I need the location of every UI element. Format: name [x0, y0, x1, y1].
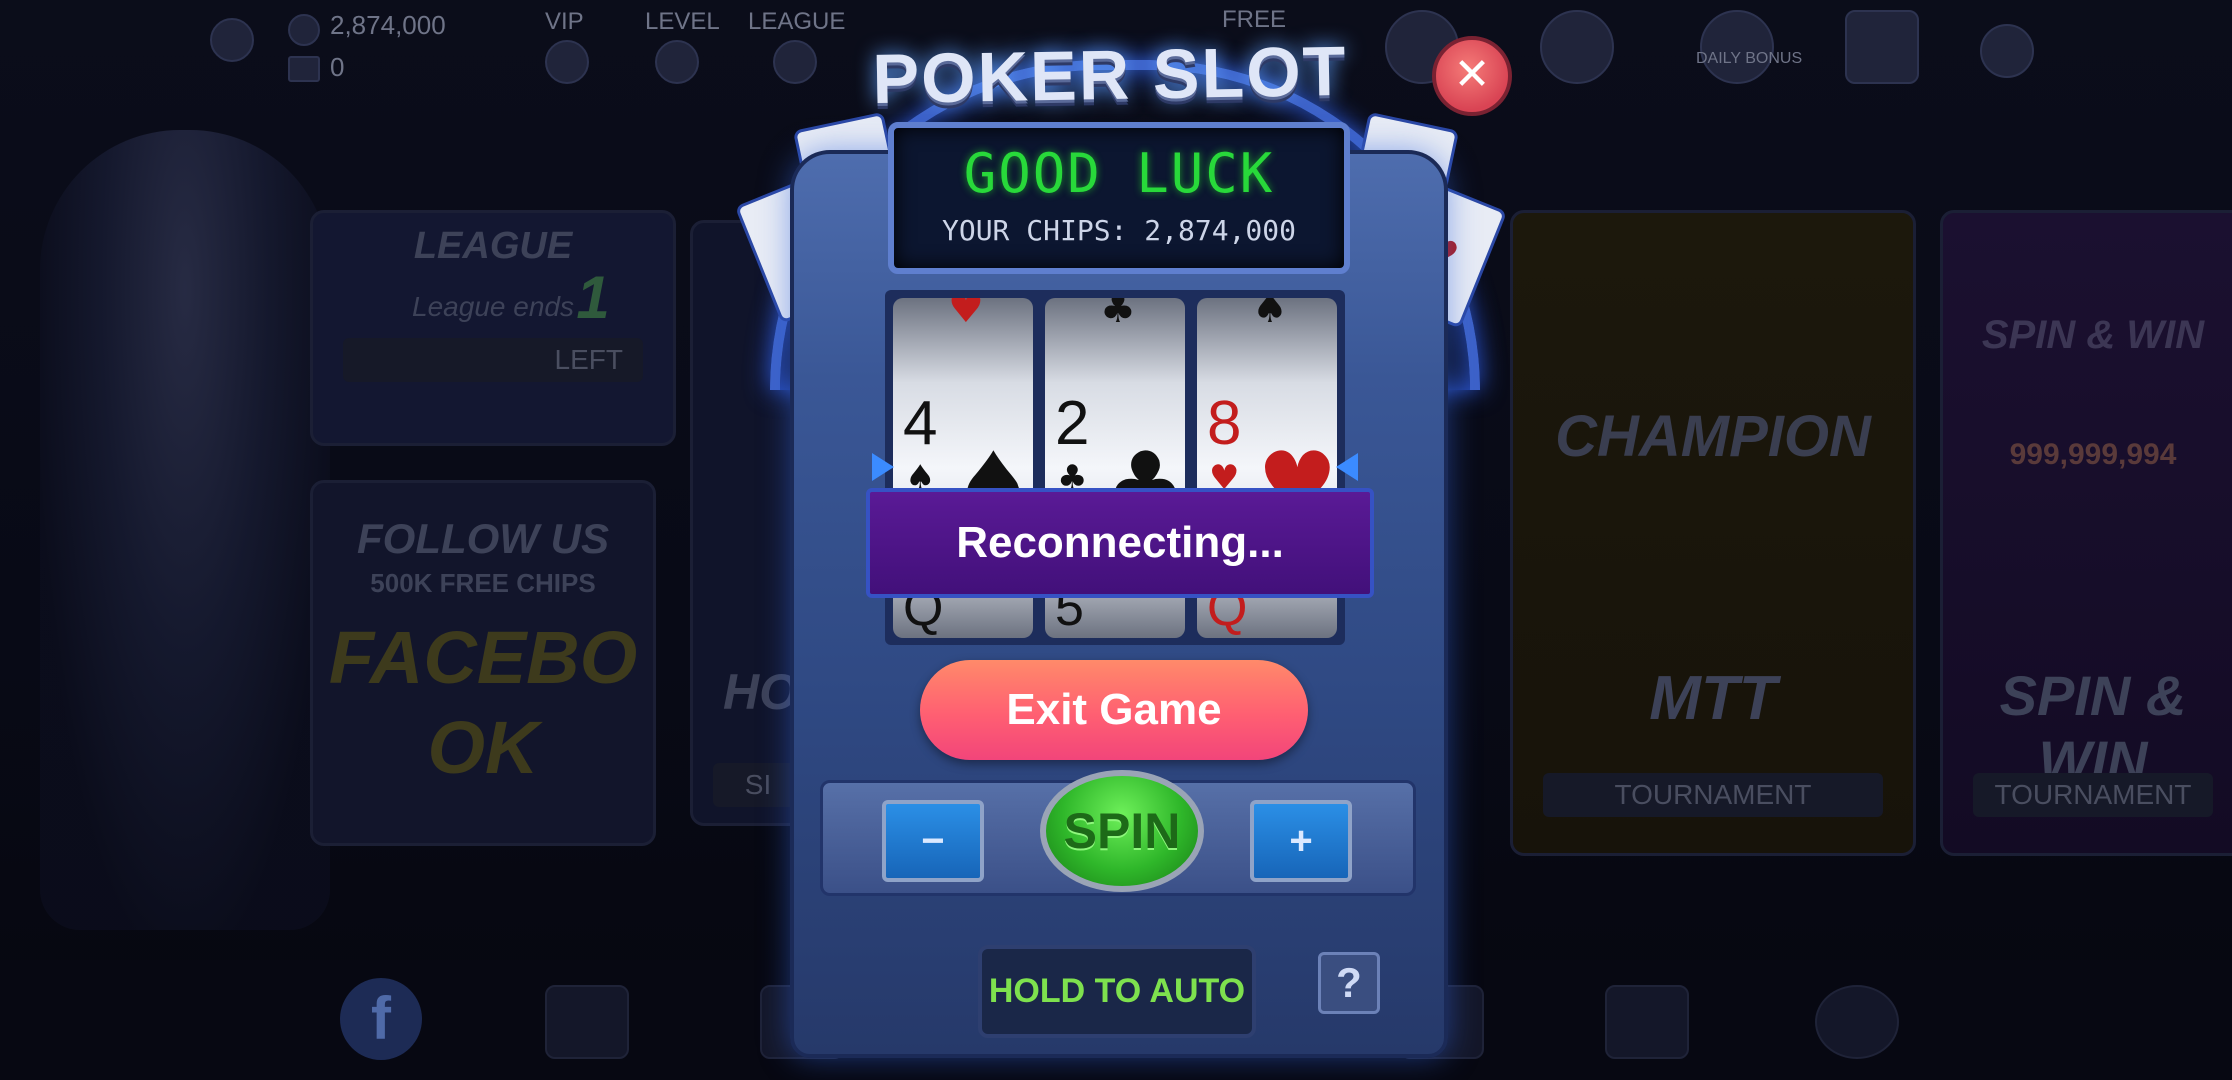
league-card[interactable]: LEAGUE League ends 1 LEFT — [310, 210, 676, 446]
hostess-illustration — [40, 130, 330, 930]
vip-label[interactable]: VIP — [545, 8, 584, 36]
reel-1-rank: 4 — [903, 389, 938, 458]
league-badge: 1 — [576, 264, 610, 331]
facebook-brand: FACEBOOK — [328, 616, 638, 789]
reel-3-rank: 8 — [1207, 389, 1242, 458]
chip-balance: 2,874,000 — [330, 10, 446, 40]
gift-icon[interactable] — [1540, 10, 1614, 84]
exit-game-button[interactable]: Exit Game — [920, 660, 1308, 760]
facebook-icon[interactable]: f — [340, 978, 422, 1060]
avatar-icon[interactable] — [210, 18, 254, 62]
increase-bet-button[interactable]: + — [1250, 800, 1352, 882]
decrease-bet-button[interactable]: − — [882, 800, 984, 882]
reconnecting-banner: Reconnecting... — [866, 488, 1374, 598]
reel-1-top-pip: ♥ — [948, 298, 984, 332]
league-label[interactable]: LEAGUE — [748, 8, 845, 36]
poker-slot-title: POKER SLOT — [871, 31, 1349, 119]
spin-button[interactable]: SPIN — [1040, 770, 1204, 892]
ticket-icon — [288, 56, 320, 82]
spin-win-prize: 999,999,994 — [2009, 438, 2177, 471]
reel-2-rank: 2 — [1055, 389, 1090, 458]
ticket-count: 0 — [330, 52, 345, 82]
payline-arrow-right-icon — [1336, 453, 1358, 481]
help-button[interactable]: ? — [1318, 952, 1380, 1014]
spin-win-badge: SPIN & WIN — [1981, 313, 2205, 357]
gear-icon[interactable] — [1980, 24, 2034, 78]
spin-win-card[interactable]: SPIN & WIN 999,999,994 SPIN & WIN TOURNA… — [1940, 210, 2232, 856]
free-label[interactable]: FREE — [1222, 6, 1286, 34]
league-time-left: LEFT — [343, 338, 643, 382]
follow-us-subtitle: 500K FREE CHIPS — [370, 568, 596, 598]
reel-3-top-pip: ♠ — [1252, 298, 1288, 332]
mtt-sub: TOURNAMENT — [1543, 773, 1883, 817]
club-icon[interactable] — [1815, 985, 1899, 1059]
reel-2-top-pip: ♣ — [1100, 298, 1136, 332]
good-luck-text: GOOD LUCK — [963, 142, 1275, 205]
mail-icon[interactable] — [1605, 985, 1689, 1059]
leaderboard-icon[interactable] — [545, 985, 629, 1059]
league-icon[interactable] — [773, 40, 817, 84]
daily-bonus-icon[interactable] — [1700, 10, 1774, 84]
spin-win-sub: TOURNAMENT — [1973, 773, 2213, 817]
mtt-title: MTT — [1649, 664, 1777, 733]
your-chips-text: YOUR CHIPS: 2,874,000 — [941, 214, 1296, 247]
mtt-card[interactable]: CHAMPION MTT TOURNAMENT — [1510, 210, 1916, 856]
close-button[interactable]: ✕ — [1432, 36, 1512, 116]
payline-arrow-left-icon — [872, 453, 894, 481]
level-icon[interactable] — [655, 40, 699, 84]
vip-icon[interactable] — [545, 40, 589, 84]
daily-bonus-label: DAILY BONUS — [1696, 50, 1803, 67]
champion-badge: CHAMPION — [1555, 404, 1871, 469]
character-icon[interactable] — [1845, 10, 1919, 84]
follow-us-card[interactable]: FOLLOW US 500K FREE CHIPS FACEBOOK — [310, 480, 656, 846]
exit-game-label: Exit Game — [1006, 685, 1222, 734]
hold-to-auto-label: HOLD TO AUTO — [988, 972, 1246, 1010]
reconnecting-text: Reconnecting... — [956, 518, 1284, 567]
follow-us-title: FOLLOW US — [357, 515, 609, 562]
level-label[interactable]: LEVEL — [645, 8, 720, 36]
hold-to-auto-button[interactable]: HOLD TO AUTO — [978, 945, 1256, 1038]
slot-display: GOOD LUCK YOUR CHIPS: 2,874,000 — [888, 122, 1350, 274]
league-card-title: LEAGUE — [413, 225, 573, 267]
spin-label: SPIN — [1063, 803, 1181, 859]
chip-icon — [288, 14, 320, 46]
